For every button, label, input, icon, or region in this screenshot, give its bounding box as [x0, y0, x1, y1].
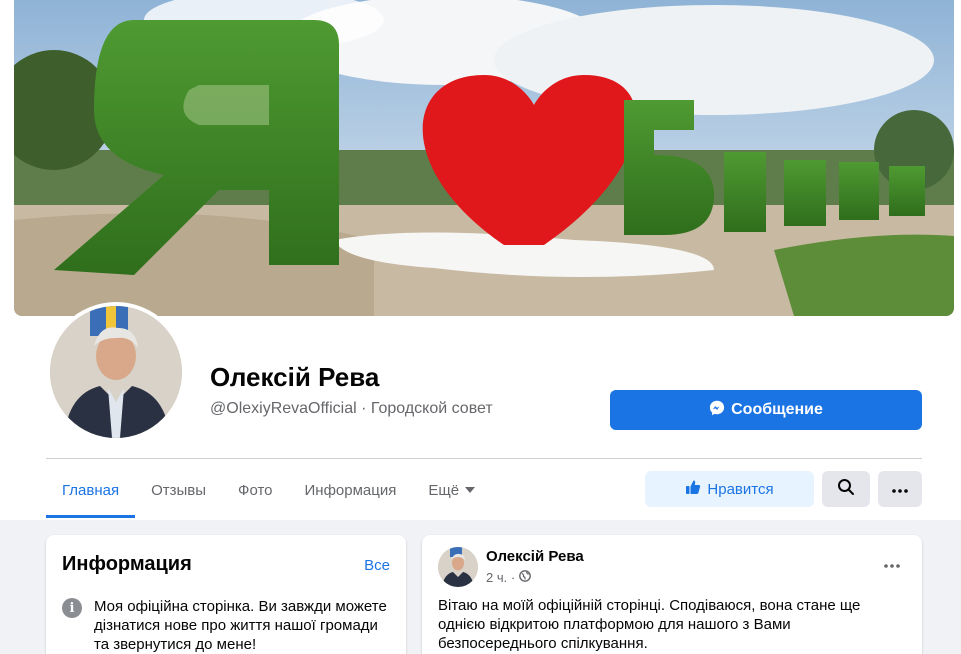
page-header: Олексій Рева @OlexiyRevaOfficial · Город…: [0, 0, 961, 520]
cover-photo[interactable]: [14, 0, 954, 316]
tab-home[interactable]: Главная: [46, 462, 136, 518]
page-title: Олексій Рева: [210, 362, 380, 392]
avatar-photo: [50, 306, 182, 438]
like-button[interactable]: Нравится: [645, 471, 814, 507]
caret-down-icon: [465, 487, 476, 493]
search-button[interactable]: [822, 471, 870, 507]
tab-reviews[interactable]: Отзывы: [135, 462, 222, 518]
info-see-all-link[interactable]: Все: [364, 557, 390, 574]
post-author-name[interactable]: Олексій Рева: [486, 548, 584, 565]
post-meta: 2 ч. ·: [486, 570, 532, 585]
header-divider: [46, 458, 922, 459]
post-text: Вітаю на моїй офіційній сторінці. Сподів…: [438, 597, 861, 652]
tab-more[interactable]: Ещё: [412, 462, 491, 518]
page-subtitle: @OlexiyRevaOfficial · Городской совет: [210, 400, 493, 417]
tab-info[interactable]: Информация: [289, 462, 413, 518]
info-card-title: Информация: [62, 553, 192, 575]
tab-photos[interactable]: Фото: [222, 462, 288, 518]
more-icon: [884, 555, 900, 572]
post-card: Олексій Рева 2 ч. · Вітаю на моїй офіцій…: [422, 535, 922, 654]
more-icon: [892, 480, 908, 498]
post-more-options[interactable]: [884, 555, 900, 573]
search-icon: [837, 478, 855, 501]
info-description: i Моя офіційна сторінка. Ви завжди может…: [62, 597, 392, 654]
like-button-label: Нравится: [707, 480, 774, 498]
info-description-text: Моя офіційна сторінка. Ви завжди можете …: [94, 598, 387, 653]
message-button[interactable]: Сообщение: [610, 390, 922, 430]
thumbs-up-icon: [685, 479, 701, 499]
info-card: Информация Все i Моя офіційна сторінка. …: [46, 535, 406, 654]
post-author-avatar[interactable]: [438, 547, 478, 587]
messenger-icon: [709, 400, 725, 421]
post-time[interactable]: 2 ч. ·: [486, 570, 515, 585]
more-options-button[interactable]: [878, 471, 922, 507]
globe-icon: [519, 570, 532, 585]
message-button-label: Сообщение: [731, 401, 823, 418]
info-icon: i: [62, 598, 82, 618]
page-tabs: Главная Отзывы Фото Информация Ещё: [46, 462, 491, 518]
profile-avatar[interactable]: [46, 302, 186, 442]
